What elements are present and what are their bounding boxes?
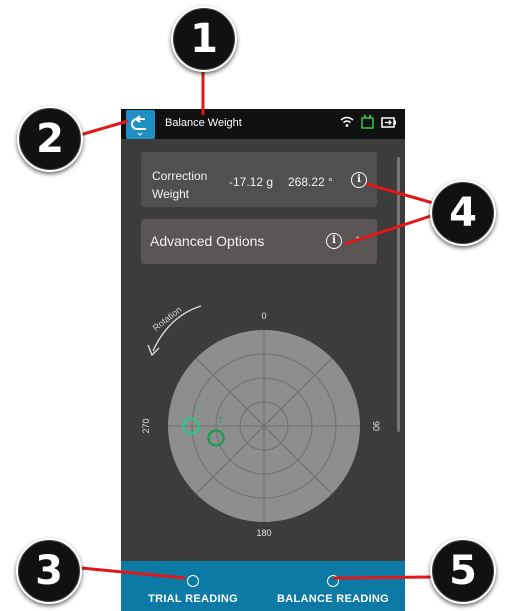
callout-2: 2 [17, 106, 83, 172]
callout-3: 3 [16, 538, 82, 604]
callout-5: 5 [430, 538, 496, 604]
callout-1: 1 [171, 6, 237, 72]
callout-4: 4 [430, 180, 496, 246]
callout-lines [79, 65, 441, 580]
